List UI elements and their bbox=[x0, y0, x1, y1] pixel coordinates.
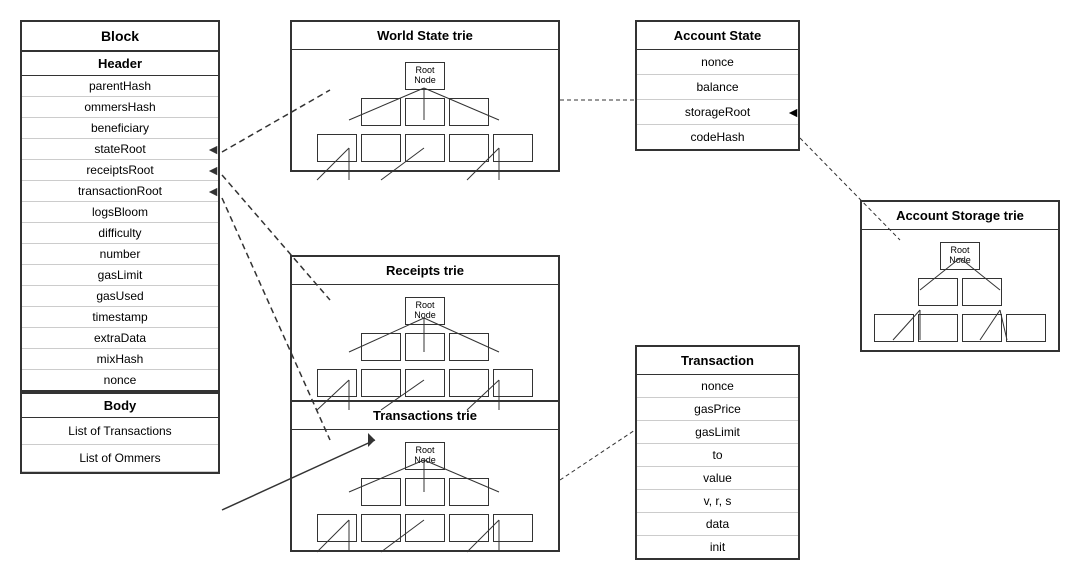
account-nonce: nonce bbox=[637, 50, 798, 75]
account-state-panel: Account State nonce balance storageRoot … bbox=[635, 20, 800, 151]
field-listTransactions: List of Transactions bbox=[22, 418, 218, 445]
rc-root-node: RootNode bbox=[405, 297, 445, 325]
rc-l2-n2 bbox=[361, 369, 401, 397]
body-title: Body bbox=[22, 392, 218, 418]
transaction-title: Transaction bbox=[637, 347, 798, 375]
field-ommersHash: ommersHash bbox=[22, 97, 218, 118]
ws-l2-n5 bbox=[493, 134, 533, 162]
body-section: Body List of Transactions List of Ommers bbox=[22, 392, 218, 472]
diagram-container: Block Header parentHash ommersHash benef… bbox=[0, 0, 1080, 581]
field-nonce: nonce bbox=[22, 370, 218, 390]
tx-data: data bbox=[637, 513, 798, 536]
transactions-trie: Transactions trie RootNode bbox=[290, 400, 560, 552]
field-listOmmers: List of Ommers bbox=[22, 445, 218, 472]
ws-l2-n1 bbox=[317, 134, 357, 162]
world-state-trie: World State trie RootNode bbox=[290, 20, 560, 172]
field-gasUsed: gasUsed bbox=[22, 286, 218, 307]
account-state-title: Account State bbox=[637, 22, 798, 50]
tx-gasLimit: gasLimit bbox=[637, 421, 798, 444]
ws-l2-n3 bbox=[405, 134, 445, 162]
tx-l1-n3 bbox=[449, 478, 489, 506]
tx-l2-n4 bbox=[449, 514, 489, 542]
tx-l2-n1 bbox=[317, 514, 357, 542]
field-mixHash: mixHash bbox=[22, 349, 218, 370]
rc-l2-n3 bbox=[405, 369, 445, 397]
rc-l1-n3 bbox=[449, 333, 489, 361]
tx-l1-n2 bbox=[405, 478, 445, 506]
ast-root-node: RootNode bbox=[940, 242, 980, 270]
ws-l2-n2 bbox=[361, 134, 401, 162]
tx-vrs: v, r, s bbox=[637, 490, 798, 513]
block-title: Block bbox=[22, 22, 218, 52]
transactions-trie-title: Transactions trie bbox=[292, 402, 558, 430]
account-codeHash: codeHash bbox=[637, 125, 798, 149]
field-difficulty: difficulty bbox=[22, 223, 218, 244]
stateRoot-arrow: ◄ bbox=[206, 141, 220, 157]
rc-l2-n1 bbox=[317, 369, 357, 397]
ws-root-node: RootNode bbox=[405, 62, 445, 90]
receiptsRoot-arrow: ◄ bbox=[206, 162, 220, 178]
ws-l1-n1 bbox=[361, 98, 401, 126]
header-title: Header bbox=[22, 52, 218, 76]
tx-l2-n5 bbox=[493, 514, 533, 542]
world-state-trie-content: RootNode bbox=[292, 50, 558, 170]
account-storage-trie-content: RootNode bbox=[862, 230, 1058, 350]
tx-l1-n1 bbox=[361, 478, 401, 506]
receipts-trie-title: Receipts trie bbox=[292, 257, 558, 285]
account-storage-trie-title: Account Storage trie bbox=[862, 202, 1058, 230]
field-receiptsRoot: receiptsRoot ◄ bbox=[22, 160, 218, 181]
rc-l1-n1 bbox=[361, 333, 401, 361]
ast-l2-n1 bbox=[874, 314, 914, 342]
field-timestamp: timestamp bbox=[22, 307, 218, 328]
field-beneficiary: beneficiary bbox=[22, 118, 218, 139]
ast-l2-n4 bbox=[1006, 314, 1046, 342]
receipts-trie: Receipts trie RootNode bbox=[290, 255, 560, 407]
block-panel: Block Header parentHash ommersHash benef… bbox=[20, 20, 220, 474]
transactions-trie-content: RootNode bbox=[292, 430, 558, 550]
account-storage-trie: Account Storage trie RootNode bbox=[860, 200, 1060, 352]
ast-l1-n1 bbox=[918, 278, 958, 306]
receipts-trie-content: RootNode bbox=[292, 285, 558, 405]
field-number: number bbox=[22, 244, 218, 265]
tx-nonce: nonce bbox=[637, 375, 798, 398]
transaction-panel: Transaction nonce gasPrice gasLimit to v… bbox=[635, 345, 800, 560]
tx-value: value bbox=[637, 467, 798, 490]
rc-l2-n5 bbox=[493, 369, 533, 397]
world-state-trie-title: World State trie bbox=[292, 22, 558, 50]
tx-l2-n3 bbox=[405, 514, 445, 542]
field-gasLimit: gasLimit bbox=[22, 265, 218, 286]
ast-l1-n2 bbox=[962, 278, 1002, 306]
tx-init: init bbox=[637, 536, 798, 558]
ast-l2-n2 bbox=[918, 314, 958, 342]
field-transactionRoot: transactionRoot ◄ bbox=[22, 181, 218, 202]
ws-l1-n2 bbox=[405, 98, 445, 126]
account-balance: balance bbox=[637, 75, 798, 100]
ast-l2-n3 bbox=[962, 314, 1002, 342]
header-section: Header parentHash ommersHash beneficiary… bbox=[22, 52, 218, 392]
tx-root-node: RootNode bbox=[405, 442, 445, 470]
tx-l2-n2 bbox=[361, 514, 401, 542]
rc-l1-n2 bbox=[405, 333, 445, 361]
tx-gasPrice: gasPrice bbox=[637, 398, 798, 421]
field-logsBloom: logsBloom bbox=[22, 202, 218, 223]
transactionRoot-arrow: ◄ bbox=[206, 183, 220, 199]
account-storageRoot: storageRoot ◄ bbox=[637, 100, 798, 125]
storageRoot-arrow-icon: ◄ bbox=[786, 104, 800, 120]
rc-l2-n4 bbox=[449, 369, 489, 397]
field-parentHash: parentHash bbox=[22, 76, 218, 97]
tx-to: to bbox=[637, 444, 798, 467]
field-extraData: extraData bbox=[22, 328, 218, 349]
field-stateRoot: stateRoot ◄ bbox=[22, 139, 218, 160]
ws-l1-n3 bbox=[449, 98, 489, 126]
ws-l2-n4 bbox=[449, 134, 489, 162]
